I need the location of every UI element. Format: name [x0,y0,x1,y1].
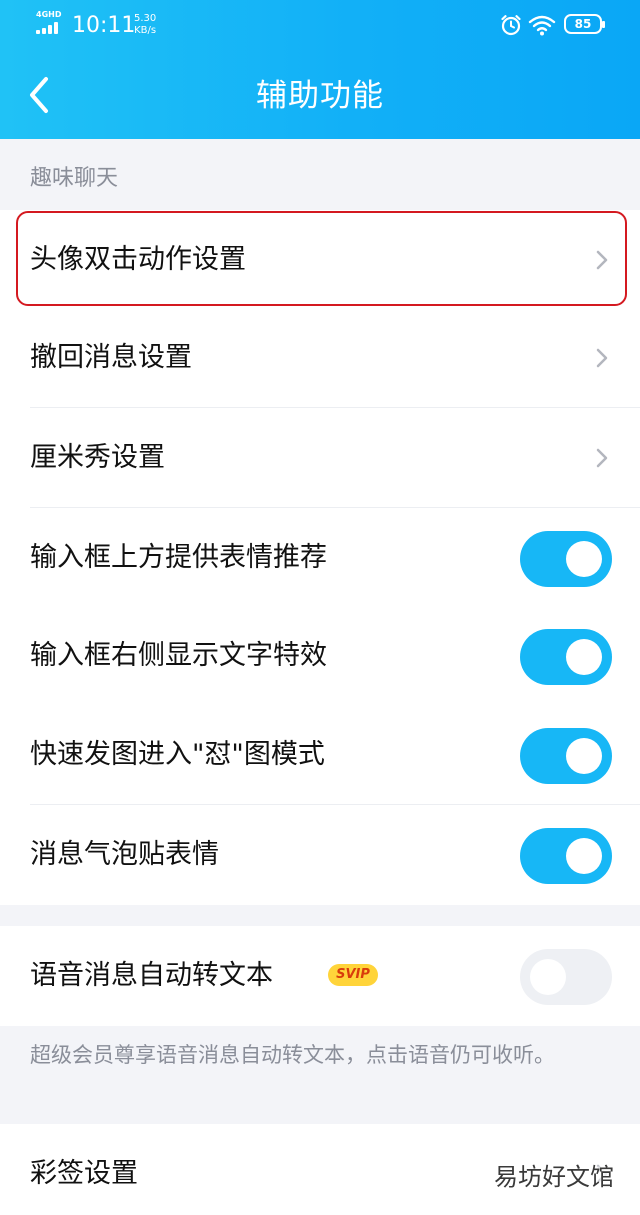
row-label: 彩签设置 [30,1158,138,1189]
page-title: 辅助功能 [256,78,384,114]
toggle-knob [566,541,602,577]
wifi-icon [528,15,556,36]
toggle-knob [530,959,566,995]
settings-row-recall-message[interactable]: 撤回消息设置 [0,308,640,408]
voice-to-text-toggle[interactable] [520,949,612,1005]
toggle-knob [566,639,602,675]
settings-row-quick-image: 快速发图进入"怼"图模式 [0,705,640,805]
voice-to-text-note: 超级会员尊享语音消息自动转文本，点击语音仍可收听。 [30,1043,555,1067]
alarm-icon [501,15,521,36]
status-time: 10:11 [72,13,136,38]
row-label: 消息气泡贴表情 [30,839,219,870]
settings-row-text-effect: 输入框右侧显示文字特效 [0,606,640,706]
row-label: 头像双击动作设置 [30,244,246,275]
row-label: 快速发图进入"怼"图模式 [30,739,325,770]
section-title: 趣味聊天 [30,166,119,191]
quick-image-toggle[interactable] [520,728,612,784]
network-type: 4GHD [36,10,62,19]
battery-indicator: 85 [564,14,605,34]
speed-unit: KB/s [134,25,157,36]
settings-row-bubble-sticker: 消息气泡贴表情 [0,805,640,905]
signal-icon [36,22,62,34]
toggle-knob [566,838,602,874]
toggle-knob [566,738,602,774]
bubble-sticker-toggle[interactable] [520,828,612,884]
row-label: 语音消息自动转文本 [30,960,273,991]
chevron-right-icon [596,448,608,468]
network-speed: 5.30 KB/s [134,13,156,37]
text-effect-toggle[interactable] [520,629,612,685]
settings-row-emoji-recommend: 输入框上方提供表情推荐 [0,508,640,608]
chevron-right-icon [596,348,608,368]
chevron-right-icon [596,250,608,270]
svip-badge: SVIP [328,964,378,986]
speed-value: 5.30 [134,13,157,24]
status-bar: 4GHD 10:11 5.30 KB/s 85 [0,0,640,52]
row-label: 撤回消息设置 [30,342,192,373]
row-label: 厘米秀设置 [30,442,165,473]
settings-row-voice-to-text: 语音消息自动转文本 [0,926,640,1026]
settings-row-cmshow[interactable]: 厘米秀设置 [0,408,640,508]
app-header: 4GHD 10:11 5.30 KB/s 85 辅助功能 [0,0,640,139]
emoji-recommend-toggle[interactable] [520,531,612,587]
settings-row-avatar-double-tap[interactable]: 头像双击动作设置 [0,210,640,310]
row-label: 输入框右侧显示文字特效 [30,640,327,671]
watermark-text: 易坊好文馆 [494,1163,614,1191]
row-label: 输入框上方提供表情推荐 [30,542,327,573]
